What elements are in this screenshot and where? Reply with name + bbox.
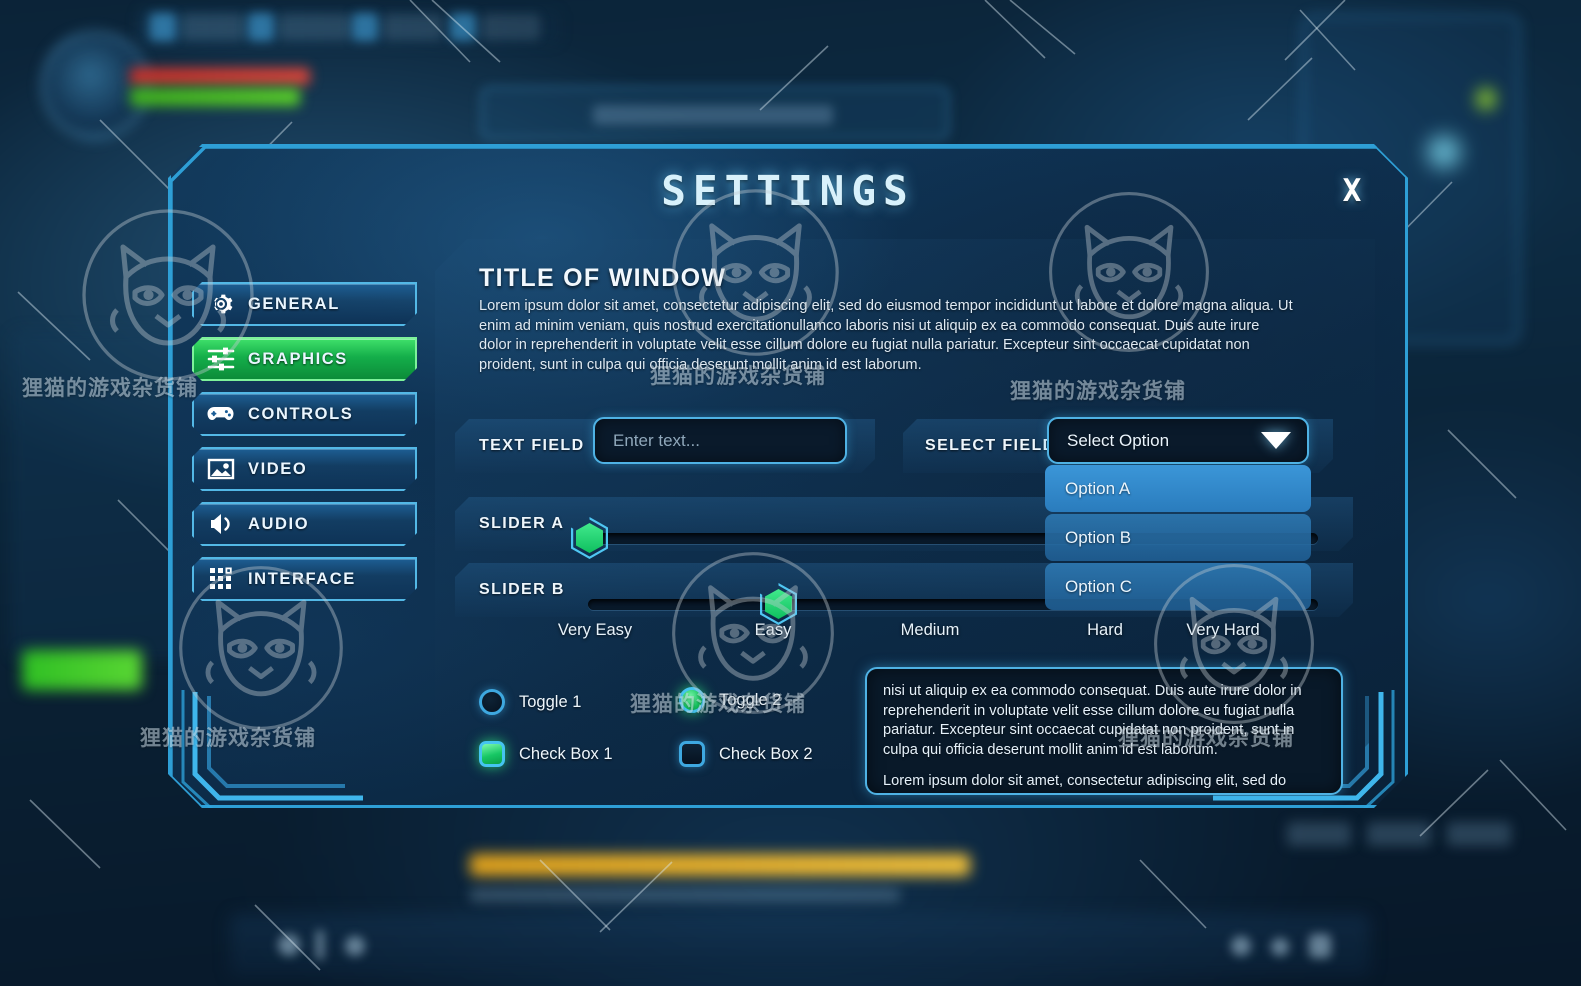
select-field-label: SELECT FIELD <box>925 437 1056 454</box>
sidebar-item-label: AUDIO <box>248 514 310 533</box>
select-dropdown-trigger[interactable]: Select Option <box>1047 417 1309 464</box>
hud-icon <box>248 13 274 41</box>
hud-icon <box>150 13 176 41</box>
toggle-1[interactable]: Toggle 1 <box>479 689 581 715</box>
hud-icon <box>352 13 378 41</box>
search-input[interactable] <box>595 419 845 462</box>
settings-dialog: SETTINGS X GENERAL GRAPHICS CONTROLS VID… <box>168 144 1408 808</box>
sidebar-item-graphics[interactable]: GRAPHICS <box>192 337 417 381</box>
sidebar-item-general[interactable]: GENERAL <box>192 282 417 326</box>
text-area-paragraph: Lorem ipsum dolor sit amet, consectetur … <box>883 773 1287 790</box>
hud-chip <box>1447 822 1511 846</box>
text-area-paragraph: nisi ut aliquip ex ea commodo consequat.… <box>883 683 1302 758</box>
sidebar-item-interface[interactable]: INTERFACE <box>192 557 417 601</box>
hud-chip <box>1287 822 1351 846</box>
quest-banner <box>480 86 950 140</box>
glow-dot <box>1476 88 1496 110</box>
corner-bracket-bottom-left <box>175 688 405 813</box>
sidebar: GENERAL GRAPHICS CONTROLS VIDEO AUDIO IN… <box>192 282 417 612</box>
slider-a-label: SLIDER A <box>479 515 565 532</box>
bottom-secondary-bar <box>470 888 900 902</box>
sidebar-item-label: GRAPHICS <box>248 349 348 368</box>
text-input-wrapper[interactable] <box>593 417 847 464</box>
stamina-bar <box>130 88 300 106</box>
toggle-2[interactable]: Toggle 2 <box>679 687 781 713</box>
speaker-icon <box>194 512 248 536</box>
bottom-action-row <box>230 914 1370 976</box>
checkbox-unchecked-icon <box>679 741 705 767</box>
hud-dot <box>1271 938 1289 956</box>
dialog-header: SETTINGS X <box>171 153 1405 227</box>
sidebar-item-label: VIDEO <box>248 459 308 478</box>
check-box-2[interactable]: Check Box 2 <box>679 741 813 767</box>
checkbox-checked-icon <box>479 741 505 767</box>
sidebar-item-controls[interactable]: CONTROLS <box>192 392 417 436</box>
hud-dot <box>345 936 365 956</box>
grid-dots-icon <box>194 566 248 592</box>
bottom-xp-bar <box>470 854 970 876</box>
difficulty-label: Easy <box>754 621 792 639</box>
check-box-1[interactable]: Check Box 1 <box>479 741 613 767</box>
toggle-1-label: Toggle 1 <box>519 692 582 711</box>
image-icon <box>194 457 248 481</box>
select-value: Select Option <box>1067 430 1170 450</box>
dropdown-list: Option A Option B Option C <box>1045 465 1311 612</box>
hud-chip <box>1367 822 1431 846</box>
gear-icon <box>194 290 248 318</box>
chevron-down-icon <box>1261 432 1291 449</box>
left-green-bar <box>22 650 142 690</box>
hud-pill <box>182 14 244 40</box>
difficulty-label: Very Easy <box>557 621 633 639</box>
close-button[interactable]: X <box>1335 175 1369 209</box>
health-bar <box>130 68 310 85</box>
window-body-text: Lorem ipsum dolor sit amet, consectetur … <box>479 298 1293 374</box>
hud-dot <box>1309 934 1331 958</box>
gamepad-icon <box>194 403 248 425</box>
sidebar-item-label: INTERFACE <box>248 569 356 588</box>
sidebar-item-video[interactable]: VIDEO <box>192 447 417 491</box>
check-box-1-label: Check Box 1 <box>519 744 613 763</box>
slider-b-label: SLIDER B <box>479 581 565 598</box>
glow-dot <box>1427 135 1461 169</box>
text-area-wrapper[interactable]: nisi ut aliquip ex ea commodo consequat.… <box>865 667 1343 795</box>
hud-pill <box>482 14 540 40</box>
content-panel: TITLE OF WINDOW Lorem ipsum dolor sit am… <box>435 239 1375 799</box>
hud-dot <box>278 934 300 956</box>
hud-dot <box>316 930 324 960</box>
text-field-label: TEXT FIELD <box>479 437 585 454</box>
page-title: SETTINGS <box>661 167 915 215</box>
hud-icon <box>450 13 476 41</box>
dropdown-option[interactable]: Option C <box>1045 563 1311 610</box>
hud-dot <box>1231 936 1251 956</box>
sidebar-item-label: CONTROLS <box>248 404 354 423</box>
sidebar-item-label: GENERAL <box>248 294 340 313</box>
check-box-2-label: Check Box 2 <box>719 744 813 763</box>
dropdown-option[interactable]: Option B <box>1045 514 1311 561</box>
player-portrait-orb <box>40 30 150 140</box>
toggle-switch-on-icon <box>679 687 705 713</box>
sliders-icon <box>194 346 248 372</box>
hud-pill <box>384 14 442 40</box>
difficulty-label: Medium <box>900 621 960 639</box>
hud-pill <box>280 14 350 40</box>
difficulty-label: Very Hard <box>1186 621 1260 639</box>
toggle-switch-off-icon <box>479 689 505 715</box>
sidebar-item-audio[interactable]: AUDIO <box>192 502 417 546</box>
dropdown-option[interactable]: Option A <box>1045 465 1311 512</box>
text-area[interactable]: nisi ut aliquip ex ea commodo consequat.… <box>867 669 1341 793</box>
toggle-2-label: Toggle 2 <box>719 690 782 709</box>
window-heading: TITLE OF WINDOW <box>479 264 727 292</box>
